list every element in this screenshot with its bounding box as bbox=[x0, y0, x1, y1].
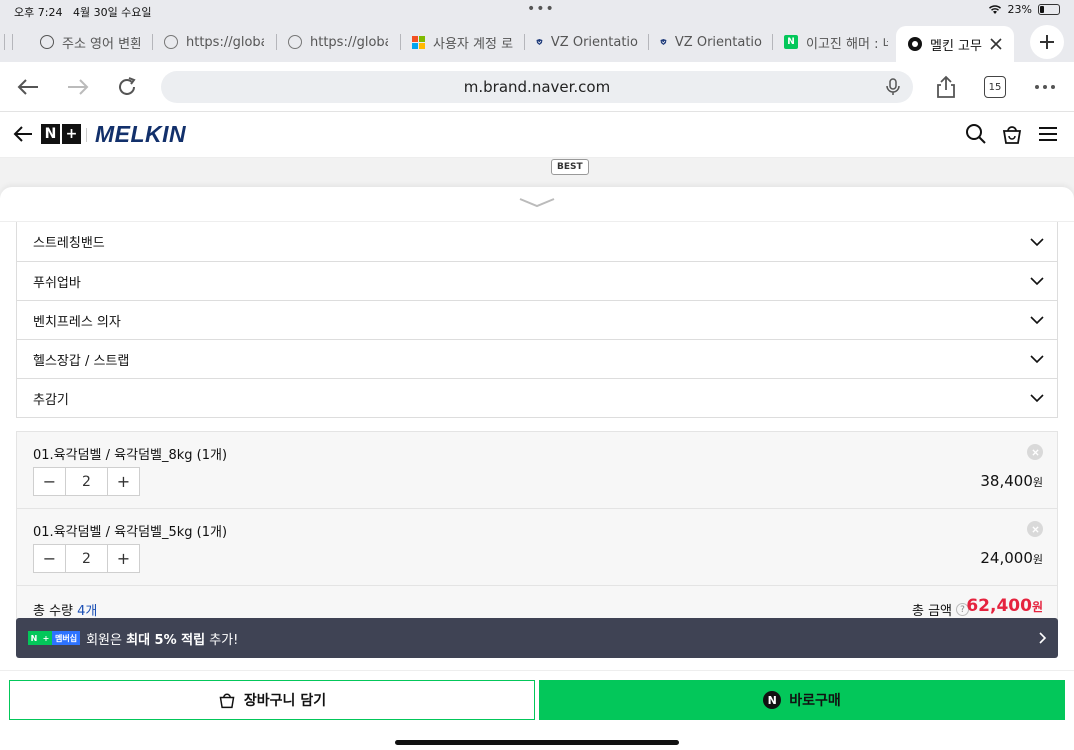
shopping-bag-icon[interactable] bbox=[1001, 123, 1023, 145]
banner-text: 회원은 최대 5% 적립 추가! bbox=[86, 632, 239, 648]
naver-pay-icon: N bbox=[763, 691, 782, 709]
decrease-button[interactable]: − bbox=[34, 468, 65, 495]
back-button[interactable] bbox=[14, 73, 42, 101]
browser-tab[interactable]: https://globa bbox=[164, 28, 264, 56]
forward-button[interactable] bbox=[64, 73, 92, 101]
purchase-footer: 장바구니 담기 N 바로구매 bbox=[0, 670, 1074, 750]
shopping-bag-icon bbox=[219, 693, 235, 709]
remove-item-button[interactable] bbox=[1027, 521, 1043, 537]
quantity-stepper: − 2 + bbox=[33, 467, 140, 496]
category-item[interactable]: 추감기 bbox=[17, 378, 1057, 417]
browser-tab[interactable]: 사용자 계정 로 bbox=[412, 28, 524, 56]
quantity-stepper: − 2 + bbox=[33, 544, 140, 573]
status-date: 4월 30일 수요일 bbox=[72, 6, 152, 19]
tab-count-button[interactable]: 15 bbox=[984, 76, 1006, 98]
wifi-icon bbox=[988, 5, 1001, 14]
arrow-left-icon bbox=[17, 79, 38, 95]
close-icon bbox=[1031, 448, 1039, 456]
item-name: 01.육각덤벨 / 육각덤벨_5kg (1개) bbox=[33, 525, 228, 540]
best-badge: BEST bbox=[551, 159, 589, 175]
selected-items: 01.육각덤벨 / 육각덤벨_8kg (1개) − 2 + 38,400원 01… bbox=[16, 431, 1058, 627]
multitasking-dots[interactable]: ••• bbox=[527, 1, 555, 17]
url-text[interactable]: m.brand.naver.com bbox=[161, 78, 913, 96]
close-icon bbox=[1031, 525, 1039, 533]
search-icon[interactable] bbox=[965, 123, 987, 145]
share-icon bbox=[937, 75, 955, 98]
browser-toolbar: m.brand.naver.com 15 bbox=[0, 62, 1074, 112]
back-arrow-icon[interactable] bbox=[12, 123, 34, 145]
address-bar[interactable]: m.brand.naver.com bbox=[161, 71, 913, 103]
increase-button[interactable]: + bbox=[108, 468, 139, 495]
microsoft-icon bbox=[412, 35, 425, 49]
more-icon bbox=[1035, 85, 1055, 89]
battery-icon bbox=[1038, 4, 1060, 15]
menu-icon[interactable] bbox=[1037, 123, 1059, 145]
category-item[interactable]: 헬스장갑 / 스트랩 bbox=[17, 339, 1057, 378]
plus-icon bbox=[1040, 35, 1054, 49]
tab-strip: 주소 영어 변환 https://globa https://globa 사용자… bbox=[0, 22, 1074, 62]
total-amount: 62,400원 bbox=[966, 596, 1043, 616]
microphone-icon[interactable] bbox=[883, 77, 903, 97]
globe-icon bbox=[40, 35, 54, 49]
category-item[interactable]: 푸쉬업바 bbox=[17, 261, 1057, 300]
reload-icon bbox=[119, 77, 136, 95]
naver-icon: N bbox=[784, 35, 798, 49]
close-icon[interactable] bbox=[990, 38, 1002, 50]
quantity-input[interactable]: 2 bbox=[65, 468, 108, 495]
remove-item-button[interactable] bbox=[1027, 444, 1043, 460]
share-button[interactable] bbox=[932, 73, 960, 101]
status-bar: 오후 7:24 4월 30일 수요일 ••• 23% bbox=[0, 0, 1074, 22]
brand-logo[interactable]: MELKIN bbox=[95, 121, 186, 148]
chevron-down-icon bbox=[1030, 355, 1044, 364]
chevron-down-icon bbox=[1030, 394, 1044, 403]
globe-icon bbox=[164, 35, 178, 49]
selected-item: 01.육각덤벨 / 육각덤벨_5kg (1개) − 2 + 24,000원 bbox=[17, 509, 1057, 586]
browser-tab[interactable]: VZ Orientatio bbox=[536, 28, 638, 56]
sheet-collapse-handle[interactable] bbox=[519, 197, 555, 209]
naver-plus-logo[interactable]: N + bbox=[41, 124, 81, 144]
reload-button[interactable] bbox=[113, 73, 141, 101]
new-tab-button[interactable] bbox=[1030, 25, 1064, 59]
browser-tab[interactable]: N 이고진 해머 : 네 bbox=[784, 28, 888, 56]
shield-icon bbox=[660, 39, 667, 45]
chevron-right-icon bbox=[1039, 632, 1047, 644]
item-price: 38,400원 bbox=[980, 472, 1043, 490]
browser-tab[interactable]: https://globa bbox=[288, 28, 388, 56]
globe-icon bbox=[288, 35, 302, 49]
membership-banner[interactable]: N + 멤버십 회원은 최대 5% 적립 추가! bbox=[16, 618, 1058, 658]
battery-percent: 23% bbox=[1007, 3, 1032, 16]
chevron-down-icon bbox=[1030, 316, 1044, 325]
decrease-button[interactable]: − bbox=[34, 545, 65, 572]
total-amount-label: 총 금액? bbox=[912, 600, 969, 619]
brand-header: N + MELKIN bbox=[0, 112, 1074, 158]
item-name: 01.육각덤벨 / 육각덤벨_8kg (1개) bbox=[33, 448, 228, 463]
site-icon bbox=[908, 37, 922, 51]
chevron-down-icon bbox=[1030, 237, 1044, 246]
shield-icon bbox=[536, 39, 543, 45]
home-indicator[interactable] bbox=[395, 740, 679, 745]
status-time: 오후 7:24 4월 30일 수요일 bbox=[14, 6, 152, 19]
more-button[interactable] bbox=[1031, 73, 1059, 101]
category-list: 스트레칭밴드 푸쉬업바 벤치프레스 의자 헬스장갑 / 스트랩 추감기 bbox=[16, 222, 1058, 418]
naver-membership-badge: N + 멤버십 bbox=[28, 631, 81, 645]
buy-now-button[interactable]: N 바로구매 bbox=[539, 680, 1065, 720]
category-item[interactable]: 스트레칭밴드 bbox=[17, 222, 1057, 261]
option-bottom-sheet: 스트레칭밴드 푸쉬업바 벤치프레스 의자 헬스장갑 / 스트랩 추감기 01.육… bbox=[0, 187, 1074, 670]
browser-tab[interactable]: 주소 영어 변환 bbox=[40, 28, 140, 56]
increase-button[interactable]: + bbox=[108, 545, 139, 572]
chevron-down-icon bbox=[1030, 277, 1044, 286]
selected-item: 01.육각덤벨 / 육각덤벨_8kg (1개) − 2 + 38,400원 bbox=[17, 432, 1057, 509]
browser-tab[interactable]: VZ Orientatio bbox=[660, 28, 762, 56]
quantity-input[interactable]: 2 bbox=[65, 545, 108, 572]
arrow-right-icon bbox=[68, 79, 89, 95]
browser-tab-active[interactable]: 멜킨 고무 bbox=[896, 26, 1014, 62]
item-price: 24,000원 bbox=[980, 549, 1043, 567]
add-to-cart-button[interactable]: 장바구니 담기 bbox=[9, 680, 535, 720]
category-item[interactable]: 벤치프레스 의자 bbox=[17, 300, 1057, 339]
total-quantity: 총 수량 4개 bbox=[33, 604, 98, 619]
